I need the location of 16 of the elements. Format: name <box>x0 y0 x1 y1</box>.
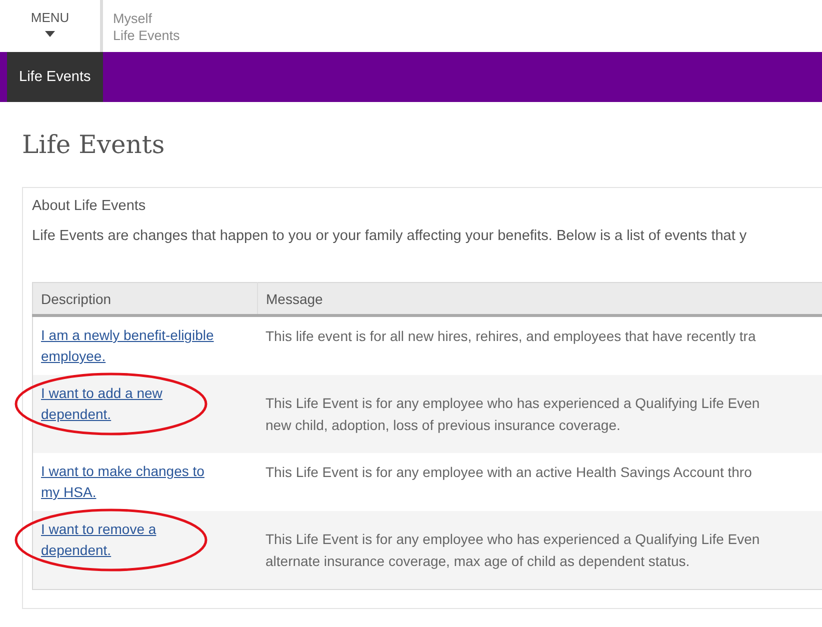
column-header: Message <box>258 282 822 316</box>
message-cell: This Life Event is for any employee who has experienced a Qualifying Life Even alternate insurance coverage, max age of child as dependent status. <box>258 511 822 589</box>
message-cell: This life event is for all new hires, rehires, and employees that have recently tra <box>258 316 822 375</box>
caret-icon[interactable] <box>45 31 55 37</box>
page-title: Life Events <box>22 130 166 161</box>
menu-label[interactable]: MENU <box>30 10 70 25</box>
intro-text: Life Events are changes that happen to you or your family affecting your benefits. Below is a list of events that y <box>32 228 748 244</box>
message-cell: This Life Event is for any employee who has experienced a Qualifying Life Even new child, adoption, loss of previous insurance coverage. <box>258 375 822 453</box>
breadcrumb-item[interactable]: Myself <box>113 10 180 27</box>
panel-heading: About Life Events <box>32 198 147 214</box>
message-cell: This Life Event is for any employee with an active Health Savings Account thro <box>258 453 822 511</box>
event-link[interactable]: I want to make changes to my HSA. <box>41 461 221 503</box>
event-link[interactable]: I am a newly benefit-eligible employee. <box>41 325 221 367</box>
nav-tab[interactable]: Life Events <box>7 52 103 102</box>
column-header: Description <box>32 282 258 316</box>
breadcrumb-item[interactable]: Life Events <box>113 27 180 44</box>
